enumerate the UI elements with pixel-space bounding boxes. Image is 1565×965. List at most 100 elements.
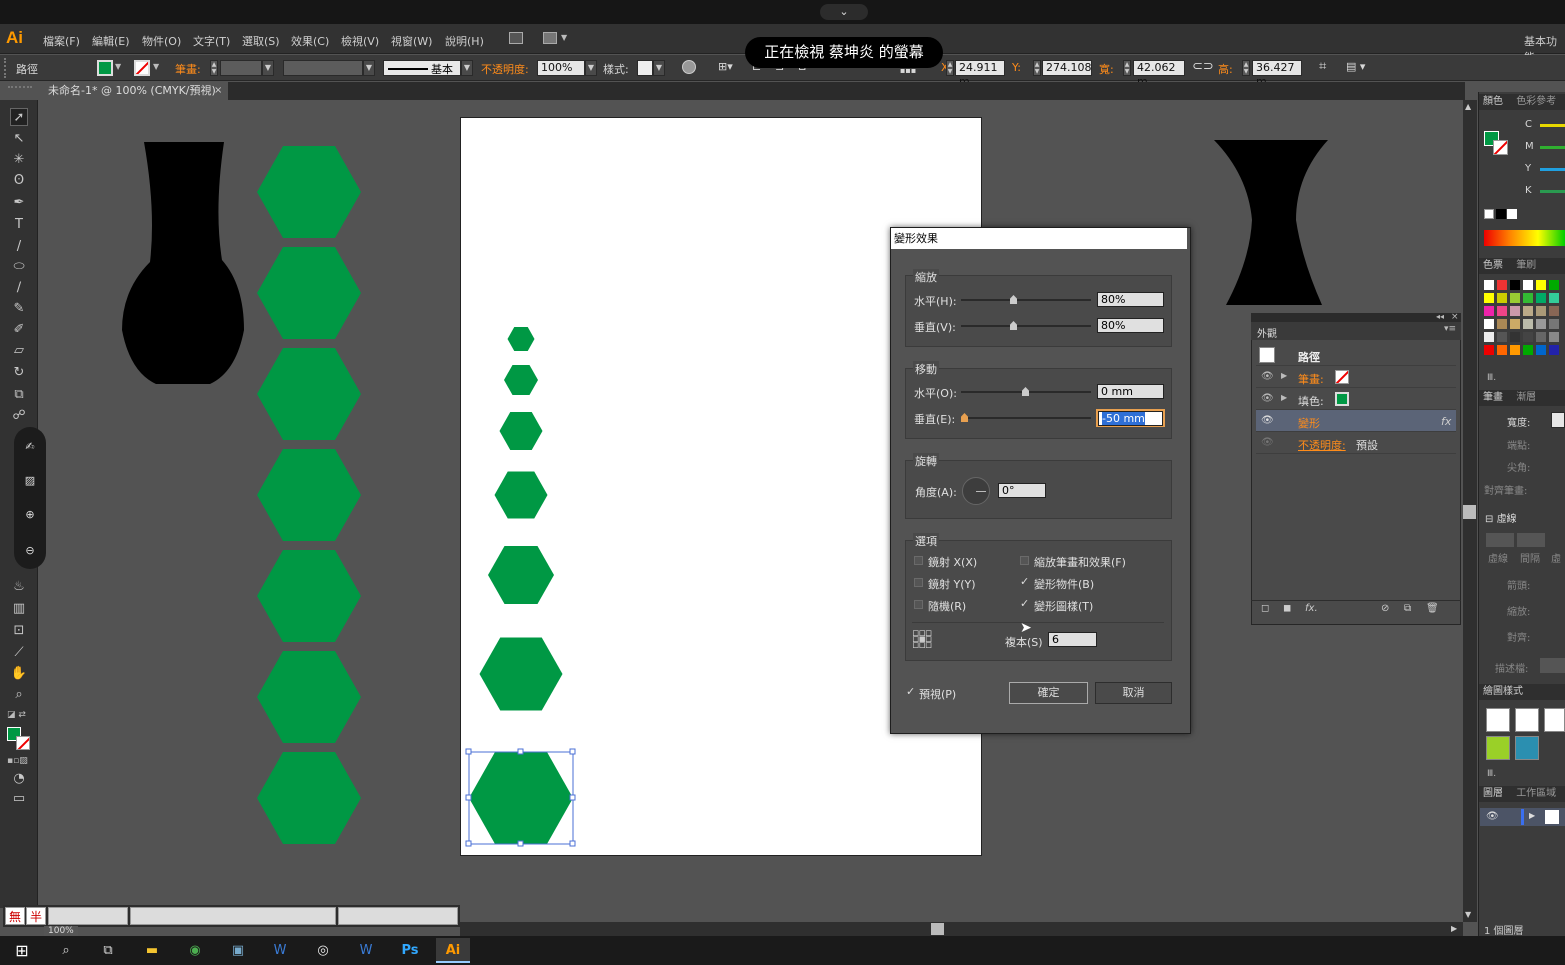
color-tab[interactable]: 顏色	[1483, 96, 1503, 107]
new-stroke-icon[interactable]: ◻	[1261, 603, 1269, 614]
fill-swatch[interactable]	[1335, 392, 1349, 406]
swatch[interactable]	[1523, 319, 1533, 329]
swatch[interactable]	[1549, 345, 1559, 355]
color-mode-icon[interactable]: ▪▫▨	[7, 756, 28, 766]
swatch-grid[interactable]	[1484, 280, 1565, 360]
transform-objects-checkbox[interactable]: ✓	[1020, 575, 1029, 588]
trash-icon[interactable]: 🗑	[1426, 603, 1439, 614]
reflect-x-checkbox[interactable]	[914, 556, 923, 565]
scale-strokes-checkbox[interactable]	[1020, 556, 1029, 565]
horizontal-scrollbar[interactable]	[460, 922, 1463, 936]
scale-v-field[interactable]: 80%	[1097, 318, 1164, 333]
eraser-icon[interactable]: ▱	[10, 342, 28, 360]
swatch[interactable]	[1510, 332, 1520, 342]
swatch[interactable]	[1523, 345, 1533, 355]
ime-field[interactable]	[130, 907, 336, 925]
ime-mode[interactable]: 無	[5, 907, 25, 925]
swatch[interactable]	[1523, 332, 1533, 342]
dash-field[interactable]	[1486, 533, 1514, 547]
swatch[interactable]	[1484, 319, 1494, 329]
black-swatch[interactable]	[1496, 209, 1506, 219]
scroll-up-icon[interactable]: ▲	[1465, 102, 1471, 111]
selection-tool-icon[interactable]: ➚	[10, 108, 28, 126]
lasso-icon[interactable]: ʘ	[10, 172, 28, 190]
type-tool-icon[interactable]: T	[10, 216, 28, 234]
eye-icon[interactable]: 👁	[1486, 811, 1499, 822]
symbol-sprayer-icon[interactable]: ♨	[10, 578, 28, 596]
graphic-style-3[interactable]	[1544, 708, 1565, 732]
white-swatch[interactable]	[1507, 209, 1517, 219]
zoom-out-icon[interactable]: ⊖	[22, 544, 38, 560]
blob-brush-icon[interactable]: ✐	[10, 321, 28, 339]
swatch[interactable]	[1497, 345, 1507, 355]
swatch[interactable]	[1497, 280, 1507, 290]
swatch[interactable]	[1484, 280, 1494, 290]
layers-tab[interactable]: 圖層	[1483, 788, 1503, 799]
cancel-button[interactable]: 取消	[1095, 682, 1172, 704]
app-icon[interactable]: ▣	[224, 938, 252, 963]
swatch[interactable]	[1549, 306, 1559, 316]
swatch[interactable]	[1523, 293, 1533, 303]
pen-icon[interactable]: ✍	[22, 440, 38, 456]
ime-field[interactable]	[48, 907, 128, 925]
scale-v-slider[interactable]	[961, 325, 1091, 327]
chrome-icon[interactable]: ◉	[181, 938, 209, 963]
swatch[interactable]	[1510, 345, 1520, 355]
drawing-mode-icon[interactable]: ◔	[10, 770, 28, 788]
graph-tool-icon[interactable]: ▥	[10, 600, 28, 618]
preview-checkbox[interactable]: ✓	[906, 685, 915, 698]
disclosure-triangle-icon[interactable]: ▶	[1281, 371, 1287, 380]
hand-tool-icon[interactable]: ✋	[10, 665, 28, 683]
color-guide-tab[interactable]: 色彩參考	[1516, 96, 1556, 107]
swatch[interactable]	[1510, 319, 1520, 329]
scale-h-field[interactable]: 80%	[1097, 292, 1164, 307]
swatch[interactable]	[1497, 332, 1507, 342]
eye-icon[interactable]: 👁	[1261, 437, 1274, 448]
swatch[interactable]	[1510, 280, 1520, 290]
swatch[interactable]	[1523, 280, 1533, 290]
horizontal-scroll-thumb[interactable]	[931, 923, 944, 935]
graphic-style-none[interactable]	[1515, 708, 1539, 732]
yellow-slider[interactable]	[1540, 168, 1565, 171]
word2-icon[interactable]: W	[352, 938, 380, 963]
swatch[interactable]	[1536, 332, 1546, 342]
artboards-tab[interactable]: 工作區域	[1516, 788, 1556, 799]
photoshop-icon[interactable]: Ps	[396, 938, 424, 963]
screen-mode-icon[interactable]: ▭	[10, 790, 28, 808]
copies-field[interactable]: 6	[1048, 632, 1097, 647]
swatch[interactable]	[1549, 293, 1559, 303]
scroll-down-icon[interactable]: ▼	[1465, 910, 1471, 919]
ime-width[interactable]: 半	[26, 907, 46, 925]
swatch[interactable]	[1536, 293, 1546, 303]
swatch[interactable]	[1536, 280, 1546, 290]
stroke-swatch[interactable]	[16, 736, 30, 750]
collapse-icon[interactable]: ◂◂	[1436, 312, 1444, 321]
stroke-none-swatch[interactable]	[1335, 370, 1349, 384]
rotate-tool-icon[interactable]: ↻	[10, 364, 28, 382]
pencil-icon[interactable]: ✎	[10, 300, 28, 318]
eraser-icon[interactable]: ▨	[22, 474, 38, 490]
dashed-line-label[interactable]: ⊟ 虛線	[1485, 510, 1517, 525]
artboard-tool-icon[interactable]: ⊡	[10, 622, 28, 640]
search-icon[interactable]: ⌕	[52, 938, 80, 963]
swatch-library-icon[interactable]: Ⅲ.	[1487, 373, 1496, 383]
swatch[interactable]	[1484, 293, 1494, 303]
magic-wand-icon[interactable]: ✳	[10, 151, 28, 169]
swatch[interactable]	[1523, 306, 1533, 316]
line-tool-icon[interactable]: /	[10, 238, 28, 256]
move-h-field[interactable]: 0 mm	[1097, 384, 1164, 399]
black-slider[interactable]	[1540, 190, 1565, 193]
swatch[interactable]	[1497, 319, 1507, 329]
swatch[interactable]	[1484, 345, 1494, 355]
effect-label[interactable]: 變形	[1298, 415, 1320, 431]
duplicate-item-icon[interactable]: ⧉	[1404, 603, 1411, 614]
swatch[interactable]	[1549, 332, 1559, 342]
pen-tool-icon[interactable]: ✒	[10, 194, 28, 212]
ime-field[interactable]	[338, 907, 458, 925]
windows-icon[interactable]: ⊞	[8, 938, 36, 963]
illustrator-icon[interactable]: Ai	[436, 938, 470, 963]
warp-tool-icon[interactable]: ☍	[10, 407, 28, 425]
swatch[interactable]	[1484, 332, 1494, 342]
profile-field[interactable]	[1540, 658, 1565, 673]
move-v-slider[interactable]	[961, 417, 1091, 419]
